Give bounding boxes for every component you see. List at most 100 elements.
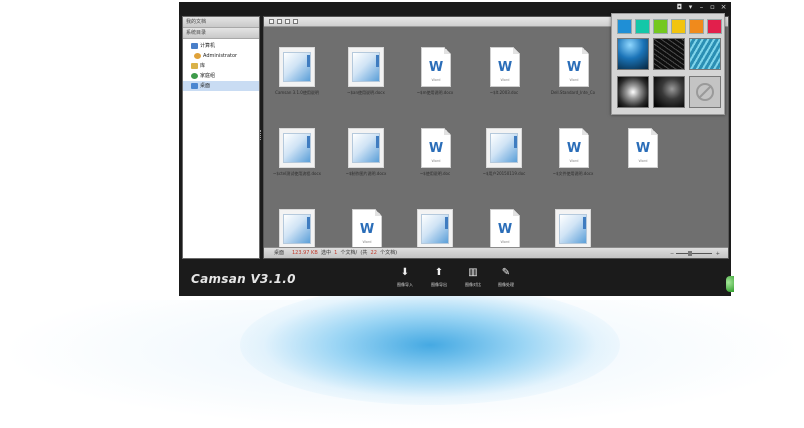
word-caption: Word: [431, 159, 441, 163]
file-tile[interactable]: W Word ~$文件使用说明.docx: [545, 121, 601, 193]
status-total-count: 22: [370, 250, 377, 256]
no-background-button[interactable]: [689, 76, 721, 108]
swatch-yellow[interactable]: [671, 19, 686, 34]
status-unit: 个文档/: [340, 250, 358, 256]
file-tile[interactable]: ~$用户20150119.doc: [476, 121, 532, 193]
import-button[interactable]: ⬇ 图像导入: [390, 267, 420, 288]
file-name: ~$lt.2003.doc: [489, 90, 519, 95]
view-list-icon[interactable]: [293, 19, 298, 24]
skin-icon[interactable]: ◘: [676, 4, 683, 11]
file-tile[interactable]: [407, 202, 463, 247]
sidebar-section[interactable]: 系统目录: [183, 28, 259, 39]
file-tile[interactable]: Camsan 3.1.0使用说明: [269, 40, 325, 112]
background-ocean[interactable]: [617, 38, 649, 70]
page-fold: [444, 47, 451, 54]
swatch-orange[interactable]: [689, 19, 704, 34]
file-tile[interactable]: W Word ~$使用说明.doc: [407, 121, 463, 193]
document-preview-icon: [486, 128, 522, 168]
computer-icon: [191, 43, 198, 49]
document-preview-icon: [279, 128, 315, 168]
compare-label: 图像对比: [465, 282, 481, 287]
status-bar: 桌面 123.97 KB 选中 1 个文档/ (共 22 个文档) − +: [264, 247, 728, 258]
close-icon[interactable]: ×: [720, 4, 727, 11]
document-preview-icon: [417, 209, 453, 247]
swatch-blue[interactable]: [617, 19, 632, 34]
page-fold: [444, 128, 451, 135]
status-orb-icon: [726, 276, 734, 292]
zoom-out-icon[interactable]: −: [670, 249, 674, 259]
word-glyph: W: [359, 222, 375, 237]
file-name: ~$使用说明.doc: [419, 171, 451, 176]
file-name: ~$ctel测试使用流程.docx: [272, 171, 322, 176]
swatch-green[interactable]: [653, 19, 668, 34]
preview-bar: [376, 55, 379, 67]
word-caption: Word: [362, 240, 372, 244]
page-fold: [651, 128, 658, 135]
zoom-slider[interactable]: − +: [670, 251, 720, 257]
file-name: ~$文件使用说明.docx: [552, 171, 594, 176]
tree-item-label: Administrator: [203, 53, 238, 59]
file-tile[interactable]: W Word: [614, 121, 670, 193]
tree-item-label: 库: [200, 63, 206, 69]
file-tile[interactable]: ~$an使用说明.docx: [338, 40, 394, 112]
file-tile[interactable]: W Word: [476, 202, 532, 247]
file-tile[interactable]: W Word: [338, 202, 394, 247]
document-preview-icon: [555, 209, 591, 247]
maximize-icon[interactable]: ▫: [709, 4, 716, 11]
view-small-icon[interactable]: [285, 19, 290, 24]
word-document-icon: W Word: [352, 209, 382, 247]
sidebar-header[interactable]: 我的文档: [183, 17, 259, 28]
file-tile[interactable]: [545, 202, 601, 247]
homegroup-icon: [191, 73, 198, 79]
view-medium-icon[interactable]: [277, 19, 282, 24]
file-name: ~$m使用说明.docx: [416, 90, 454, 95]
status-total-prefix: (共: [360, 250, 368, 256]
word-document-icon: W Word: [628, 128, 658, 168]
word-caption: Word: [569, 78, 579, 82]
word-glyph: W: [497, 222, 513, 237]
tree-item-homegroup[interactable]: 家庭组: [183, 71, 259, 81]
background-monochrome[interactable]: [617, 76, 649, 108]
file-tile[interactable]: W Word ~$m使用说明.docx: [407, 40, 463, 112]
zoom-knob[interactable]: [688, 251, 692, 256]
preview-bar: [307, 55, 310, 67]
file-tile[interactable]: W Word ~$lt.2003.doc: [476, 40, 532, 112]
swatch-teal[interactable]: [635, 19, 650, 34]
tree-item-computer[interactable]: 计算机: [183, 41, 259, 51]
app-brand: Camsan V3.1.0: [191, 272, 296, 286]
swatch-red[interactable]: [707, 19, 722, 34]
status-selected-prefix: 选中: [320, 250, 331, 256]
background-dark-grid[interactable]: [653, 38, 685, 70]
tree-item-desktop[interactable]: 桌面: [183, 81, 259, 91]
file-name: ~$an使用说明.docx: [347, 90, 385, 95]
minimize-icon[interactable]: –: [698, 4, 705, 11]
file-tile[interactable]: ~$ctel测试使用流程.docx: [269, 121, 325, 193]
page-fold: [513, 209, 520, 216]
word-document-icon: W Word: [490, 209, 520, 247]
tree-item-library[interactable]: 库: [183, 61, 259, 71]
word-caption: Word: [569, 159, 579, 163]
background-shadow[interactable]: [653, 76, 685, 108]
folder-tree: 计算机 Administrator 库 家庭组 桌面: [183, 39, 259, 93]
tree-item-administrator[interactable]: Administrator: [183, 51, 259, 61]
background-aqua-lines[interactable]: [689, 38, 721, 70]
import-label: 图像导入: [397, 282, 413, 287]
file-name: Camsan 3.1.0使用说明: [275, 90, 319, 95]
word-glyph: W: [428, 60, 444, 75]
word-document-icon: W Word: [421, 128, 451, 168]
file-tile[interactable]: [269, 202, 325, 247]
view-large-icon[interactable]: [269, 19, 274, 24]
document-preview-icon: [279, 47, 315, 87]
file-tile[interactable]: ~$制作图片说明.docx: [338, 121, 394, 193]
skin-picker-popup: [611, 13, 725, 115]
export-button[interactable]: ⬆ 图像导出: [424, 267, 454, 288]
user-icon: [194, 53, 201, 59]
zoom-in-icon[interactable]: +: [716, 249, 720, 259]
compare-button[interactable]: ▥ 图像对比: [458, 267, 488, 288]
import-icon: ⬇: [400, 267, 410, 278]
compare-icon: ▥: [468, 267, 478, 278]
menu-icon[interactable]: ▾: [687, 4, 694, 11]
page-fold: [513, 47, 520, 54]
process-button[interactable]: ✎ 图像处理: [491, 267, 521, 288]
file-tile[interactable]: W Word Dell.Standard_Inte_Co: [545, 40, 601, 112]
